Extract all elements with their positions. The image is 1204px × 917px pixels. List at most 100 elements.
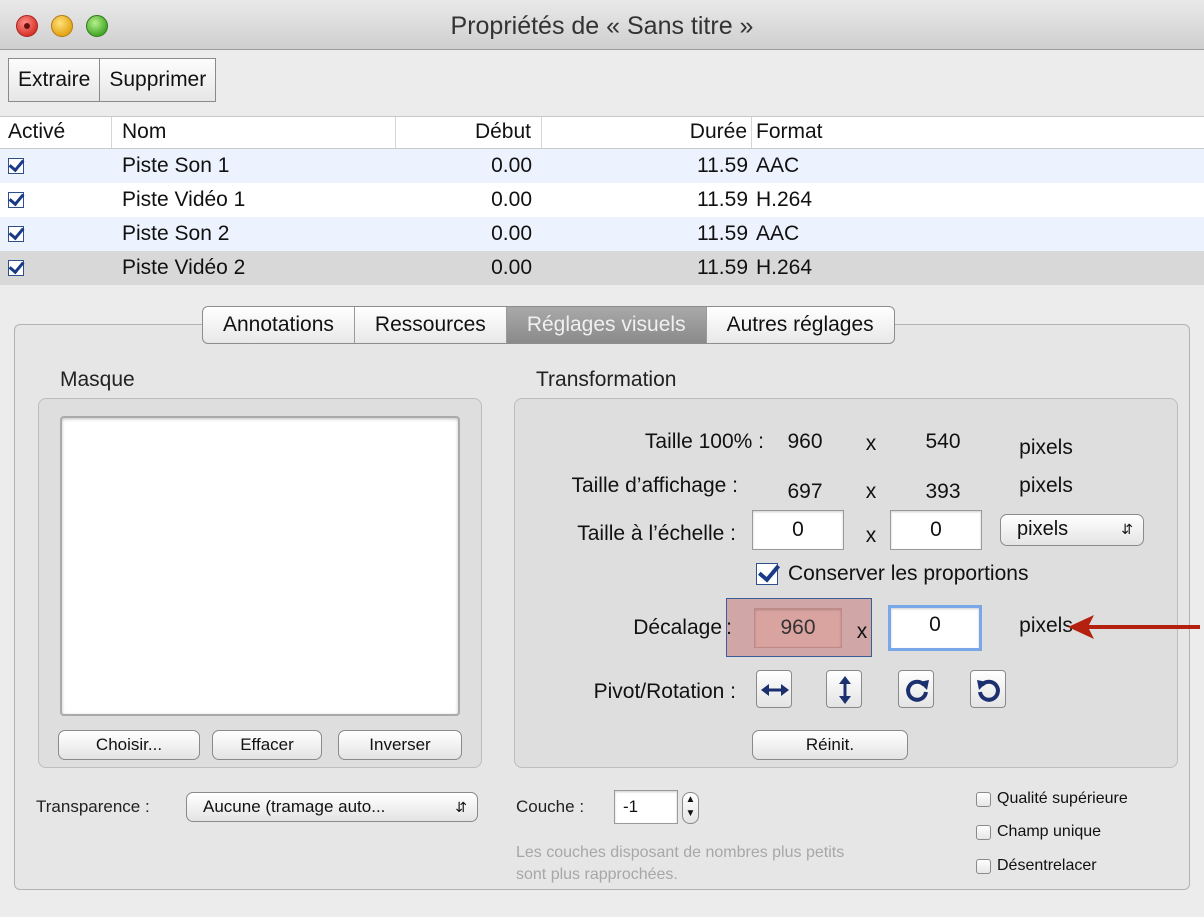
high-quality-checkbox[interactable]: Qualité supérieure <box>976 790 1128 808</box>
clear-mask-button[interactable]: Effacer <box>212 730 322 760</box>
track-start: 0.00 <box>491 256 532 279</box>
display-unit: pixels <box>1019 474 1073 497</box>
column-duration[interactable]: Durée <box>542 117 752 148</box>
deinterlace-checkbox[interactable]: Désentrelacer <box>976 857 1097 875</box>
single-field-box[interactable] <box>976 824 991 840</box>
delete-button[interactable]: Supprimer <box>100 59 215 101</box>
offset-colon: : <box>726 616 732 639</box>
track-toolbar: Extraire Supprimer <box>8 58 217 102</box>
rotate-clockwise-icon <box>906 679 929 702</box>
transparency-value: Aucune (tramage auto... <box>203 797 386 816</box>
popup-arrows-icon: ⇵ <box>1121 521 1133 537</box>
track-name: Piste Vidéo 2 <box>122 256 246 279</box>
scale-x: x <box>865 524 877 547</box>
table-row[interactable]: Piste Son 2 0.00 11.59 AAC <box>0 217 1204 251</box>
track-start: 0.00 <box>491 188 532 211</box>
track-name: Piste Son 1 <box>122 154 230 177</box>
pivot-rotation-label: Pivot/Rotation : <box>593 680 736 703</box>
rotate-counterclockwise-icon <box>977 679 1000 702</box>
size100-label: Taille 100% : <box>644 430 764 453</box>
track-start: 0.00 <box>491 154 532 177</box>
table-row[interactable]: Piste Son 1 0.00 11.59 AAC <box>0 149 1204 183</box>
table-header: Activé Nom Début Durée Format <box>0 117 1204 149</box>
tab-other-settings[interactable]: Autres réglages <box>707 307 894 343</box>
size100-unit: pixels <box>1019 436 1073 459</box>
scale-unit-popup[interactable]: pixels ⇵ <box>1000 514 1144 546</box>
layer-label: Couche : <box>516 797 585 816</box>
layer-hint-line-1: Les couches disposant de nombres plus pe… <box>516 844 845 861</box>
settings-tabs: Annotations Ressources Réglages visuels … <box>202 306 895 344</box>
mask-preview[interactable] <box>60 416 460 716</box>
rotate-counterclockwise-button[interactable] <box>970 670 1006 708</box>
column-start[interactable]: Début <box>396 117 542 148</box>
track-duration: 11.59 <box>697 222 748 245</box>
window-title: Propriétés de « Sans titre » <box>450 12 754 40</box>
transformation-label: Transformation <box>536 368 677 391</box>
size100-height: 540 <box>925 430 961 453</box>
track-enabled-checkbox[interactable] <box>8 226 24 243</box>
track-name: Piste Vidéo 1 <box>122 188 246 211</box>
track-duration: 11.59 <box>697 188 748 211</box>
offset-x-field[interactable]: 960 <box>754 608 842 648</box>
scale-size-label: Taille à l’échelle : <box>577 522 736 545</box>
flip-vertical-button[interactable] <box>826 670 862 708</box>
high-quality-box[interactable] <box>976 791 991 807</box>
popup-arrows-icon: ⇵ <box>455 799 467 815</box>
single-field-checkbox[interactable]: Champ unique <box>976 823 1101 841</box>
size100-x: x <box>865 432 877 455</box>
reset-transform-button[interactable]: Réinit. <box>752 730 908 760</box>
deinterlace-box[interactable] <box>976 858 991 874</box>
track-format: AAC <box>756 154 800 177</box>
keep-proportions-checkbox[interactable] <box>756 563 778 585</box>
offset-y-field[interactable]: 0 <box>888 605 982 651</box>
scale-width-field[interactable]: 0 <box>752 510 844 550</box>
annotation-arrow-icon <box>1068 615 1200 639</box>
single-field-label: Champ unique <box>997 823 1102 840</box>
high-quality-label: Qualité supérieure <box>997 790 1128 807</box>
layer-hint: Les couches disposant de nombres plus pe… <box>516 842 844 886</box>
table-body: Piste Son 1 0.00 11.59 AAC Piste Vidéo 1… <box>0 149 1204 285</box>
tab-resources[interactable]: Ressources <box>355 307 507 343</box>
scale-unit-value: pixels <box>1017 518 1069 540</box>
flip-vertical-icon <box>839 676 851 704</box>
track-duration: 11.59 <box>697 154 748 177</box>
offset-x: x <box>856 620 868 643</box>
tab-annotations[interactable]: Annotations <box>203 307 355 343</box>
display-height: 393 <box>925 480 961 503</box>
size100-width: 960 <box>787 430 823 453</box>
tab-visual-settings[interactable]: Réglages visuels <box>506 307 707 343</box>
track-duration: 11.59 <box>697 256 748 279</box>
track-format: AAC <box>756 222 800 245</box>
track-enabled-checkbox[interactable] <box>8 192 24 209</box>
display-x: x <box>865 480 877 503</box>
tracks-table: Activé Nom Début Durée Format Piste Son … <box>0 116 1204 285</box>
deinterlace-label: Désentrelacer <box>997 857 1097 874</box>
column-format[interactable]: Format <box>752 117 1204 148</box>
offset-label: Décalage <box>633 616 722 639</box>
mask-label: Masque <box>60 368 135 391</box>
layer-hint-line-2: sont plus rapprochées. <box>516 866 678 883</box>
invert-mask-button[interactable]: Inverser <box>338 730 462 760</box>
track-format: H.264 <box>756 188 813 211</box>
track-name: Piste Son 2 <box>122 222 230 245</box>
column-active[interactable]: Activé <box>0 117 112 148</box>
choose-mask-button[interactable]: Choisir... <box>58 730 200 760</box>
layer-stepper[interactable]: ▲ ▼ <box>682 792 699 824</box>
layer-field[interactable]: -1 <box>614 790 678 824</box>
track-enabled-checkbox[interactable] <box>8 158 24 175</box>
column-name[interactable]: Nom <box>112 117 396 148</box>
display-size-label: Taille d’affichage : <box>571 474 738 497</box>
table-row[interactable]: Piste Vidéo 1 0.00 11.59 H.264 <box>0 183 1204 217</box>
transparency-label: Transparence : <box>36 797 150 816</box>
track-format: H.264 <box>756 256 813 279</box>
track-enabled-checkbox[interactable] <box>8 260 24 277</box>
scale-height-field[interactable]: 0 <box>890 510 982 550</box>
rotate-clockwise-button[interactable] <box>898 670 934 708</box>
display-width: 697 <box>787 480 823 503</box>
transparency-popup[interactable]: Aucune (tramage auto... ⇵ <box>186 792 478 822</box>
track-start: 0.00 <box>491 222 532 245</box>
extract-button[interactable]: Extraire <box>9 59 101 101</box>
table-row-selected[interactable]: Piste Vidéo 2 0.00 11.59 H.264 <box>0 251 1204 285</box>
flip-horizontal-button[interactable] <box>756 670 792 708</box>
flip-horizontal-icon <box>761 684 789 696</box>
